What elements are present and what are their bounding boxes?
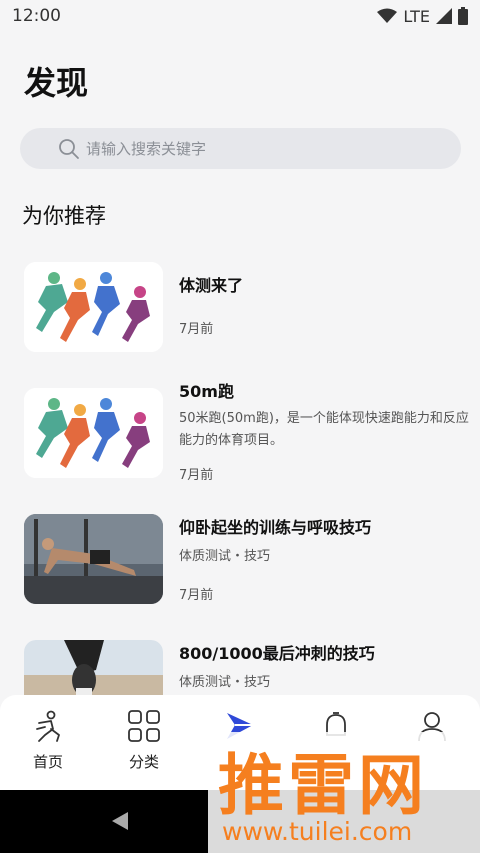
- battery-icon: [458, 7, 468, 25]
- tab-category[interactable]: 分类: [96, 695, 192, 790]
- list-item[interactable]: 体测来了 7月前: [24, 262, 480, 362]
- search-icon: [59, 138, 79, 159]
- item-info: 50m跑 50米跑(50m跑)，是一个能体现快速跑能力和反应能力的体育项目。 7…: [179, 378, 474, 483]
- search-input[interactable]: 请输入搜索关键字: [86, 138, 206, 159]
- item-desc: 体质测试・技巧: [179, 549, 271, 564]
- item-info: 体测来了 7月前: [179, 272, 474, 337]
- tab-home[interactable]: 首页: [0, 695, 96, 790]
- thumbnail-image: [24, 262, 163, 352]
- grid-icon: [128, 710, 160, 742]
- runner-icon: [36, 710, 60, 742]
- tab-label: 首页: [32, 753, 63, 771]
- network-type: LTE: [403, 6, 430, 26]
- status-bar: 12:00 LTE: [0, 0, 480, 32]
- status-icons: LTE: [377, 7, 468, 26]
- item-title: 仰卧起坐的训练与呼吸技巧: [179, 518, 372, 537]
- list-item[interactable]: 仰卧起坐的训练与呼吸技巧 体质测试・技巧 7月前: [24, 514, 480, 614]
- thumbnail-image: [24, 388, 163, 478]
- item-title: 50m跑: [179, 382, 234, 401]
- item-desc: 体质测试・技巧: [179, 675, 271, 690]
- status-time: 12:00: [12, 6, 61, 26]
- watermark: 推雷网 www.tuilei.com: [208, 732, 480, 853]
- item-desc: 50米跑(50m跑)，是一个能体现快速跑能力和反应能力的体育项目。: [179, 411, 469, 448]
- item-time: 7月前: [179, 468, 214, 483]
- list-item[interactable]: 50m跑 50米跑(50m跑)，是一个能体现快速跑能力和反应能力的体育项目。 7…: [24, 382, 480, 498]
- item-title: 体测来了: [179, 276, 244, 295]
- item-info: 仰卧起坐的训练与呼吸技巧 体质测试・技巧 7月前: [179, 514, 474, 603]
- wifi-icon: [377, 8, 398, 23]
- tab-label: 分类: [128, 753, 159, 771]
- search-bar[interactable]: 请输入搜索关键字: [20, 128, 461, 169]
- watermark-url: www.tuilei.com: [222, 817, 413, 846]
- section-title: 为你推荐: [22, 204, 106, 228]
- signal-icon: [436, 8, 452, 24]
- item-time: 7月前: [179, 322, 214, 337]
- watermark-logo-text: 推雷网: [218, 747, 428, 824]
- item-title: 800/1000最后冲刺的技巧: [179, 644, 375, 663]
- item-time: 7月前: [179, 588, 214, 603]
- thumbnail-image: [24, 514, 163, 604]
- item-info: 800/1000最后冲刺的技巧 体质测试・技巧: [179, 640, 474, 694]
- back-icon[interactable]: [110, 810, 130, 832]
- page-title: 发现: [24, 64, 89, 102]
